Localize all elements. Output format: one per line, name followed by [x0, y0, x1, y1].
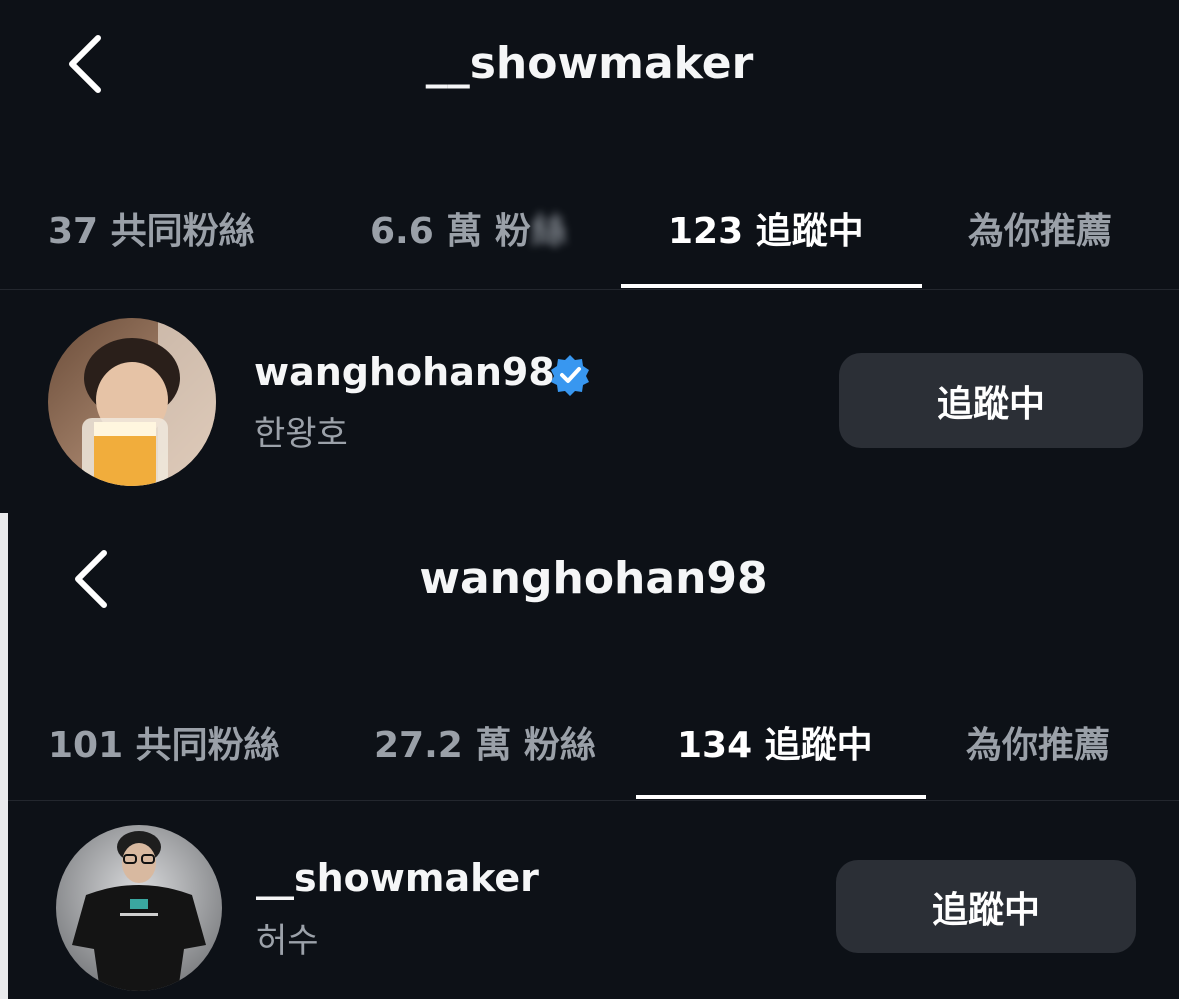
- username[interactable]: __showmaker: [256, 856, 539, 900]
- screen-2: wanghohan98 101 共同粉絲 27.2 萬 粉絲 134 追蹤中 為…: [8, 513, 1179, 999]
- following-button[interactable]: 追蹤中: [839, 353, 1143, 448]
- tab-suggested[interactable]: 為你推薦: [966, 716, 1110, 768]
- tab-followers[interactable]: 27.2 萬 粉絲: [374, 716, 596, 768]
- tab-following[interactable]: 134 追蹤中: [677, 716, 873, 768]
- display-name: 허수: [256, 921, 319, 961]
- avatar-photo: [56, 825, 222, 991]
- tab-followers-label: 6.6 萬 粉: [370, 211, 531, 252]
- avatar[interactable]: [48, 318, 216, 486]
- active-tab-indicator: [636, 795, 926, 799]
- tab-suggested[interactable]: 為你推薦: [968, 202, 1112, 254]
- avatar[interactable]: [56, 825, 222, 991]
- tab-mutual-followers[interactable]: 101 共同粉絲: [48, 716, 280, 768]
- tab-followers[interactable]: 6.6 萬 粉絲: [370, 202, 567, 254]
- tabs-divider: [8, 800, 1179, 801]
- username[interactable]: wanghohan98: [254, 350, 555, 394]
- page-title: wanghohan98: [419, 553, 768, 604]
- verified-badge-icon: [551, 355, 589, 396]
- active-tab-indicator: [621, 284, 922, 288]
- page-title: __showmaker: [425, 38, 754, 89]
- following-button[interactable]: 追蹤中: [836, 860, 1136, 953]
- tabs-divider: [0, 289, 1179, 290]
- avatar-photo: [48, 318, 216, 486]
- tab-mutual-followers[interactable]: 37 共同粉絲: [48, 202, 255, 254]
- tab-followers-blurred: 絲: [530, 211, 567, 252]
- display-name: 한왕호: [254, 414, 348, 454]
- screen-1: __showmaker 37 共同粉絲 6.6 萬 粉絲 123 追蹤中 為你推…: [0, 0, 1179, 513]
- tab-following[interactable]: 123 追蹤中: [668, 202, 864, 254]
